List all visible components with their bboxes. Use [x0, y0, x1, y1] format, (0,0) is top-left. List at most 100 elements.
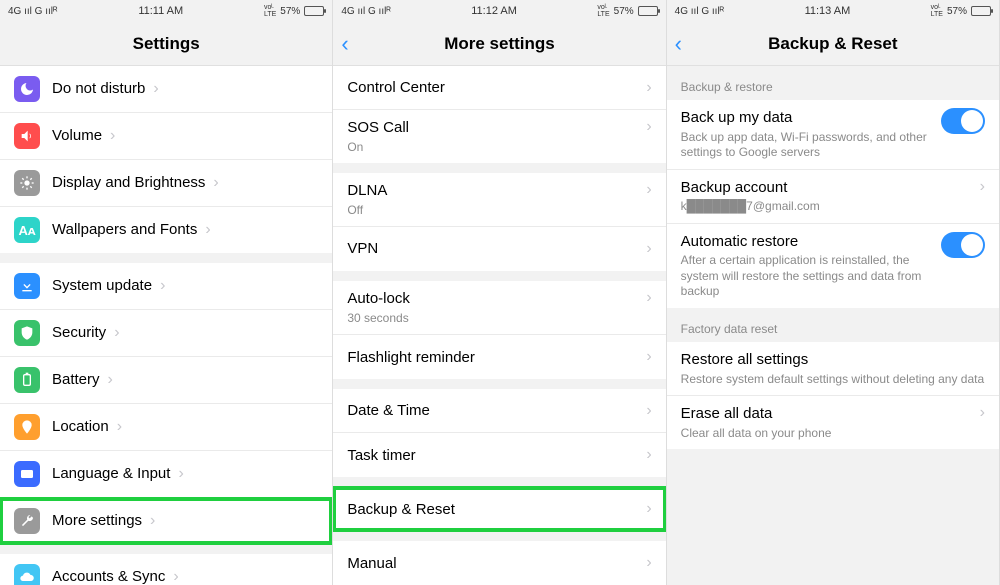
battery-icon: [638, 6, 658, 16]
row-sub: k███████7@gmail.com: [681, 199, 972, 215]
chevron-right-icon: ›: [646, 402, 651, 420]
pin-icon: [14, 414, 40, 440]
status-battery: voᴸLTE 57%: [931, 4, 991, 18]
row-dlna[interactable]: DLNA Off ›: [333, 173, 665, 227]
row-label: Security: [52, 323, 106, 343]
toggle-switch[interactable]: [941, 232, 985, 258]
chevron-right-icon: ›: [646, 289, 651, 307]
row-label: Control Center: [347, 78, 638, 98]
back-button[interactable]: ‹: [341, 33, 348, 55]
chevron-right-icon: ›: [150, 512, 155, 530]
status-bar: 4G ııl G ıılᴿ 11:12 AM voᴸLTE 57%: [333, 0, 665, 22]
screen-backup-reset: 4G ııl G ıılᴿ 11:13 AM voᴸLTE 57% ‹ Back…: [667, 0, 1000, 585]
moon-icon: [14, 76, 40, 102]
row-label: Erase all data: [681, 404, 972, 424]
download-icon: [14, 273, 40, 299]
row-sub: Off: [347, 203, 638, 219]
row-sub: Clear all data on your phone: [681, 426, 972, 442]
status-time: 11:11 AM: [138, 5, 183, 17]
row-sub: Restore system default settings without …: [681, 372, 985, 388]
row-location[interactable]: Location›: [0, 404, 332, 451]
row-label: DLNA: [347, 181, 638, 201]
chevron-right-icon: ›: [646, 240, 651, 258]
row-system-update[interactable]: System update ›: [0, 263, 332, 310]
row-backup-account[interactable]: Backup accountk███████7@gmail.com›: [667, 170, 999, 224]
chevron-right-icon: ›: [114, 324, 119, 342]
status-signal: 4G ııl G ıılᴿ: [341, 6, 391, 17]
chevron-right-icon: ›: [110, 127, 115, 145]
chevron-right-icon: ›: [213, 174, 218, 192]
row-erase-all-data[interactable]: Erase all data Clear all data on your pho…: [667, 396, 999, 449]
section-header-factory: Factory data reset: [667, 308, 999, 342]
row-battery[interactable]: Battery ›: [0, 357, 332, 404]
row-label: VPN: [347, 239, 638, 259]
row-sos-call[interactable]: SOS CallOn›: [333, 110, 665, 163]
toggle-switch[interactable]: [941, 108, 985, 134]
row-label: Backup & Reset: [347, 500, 638, 520]
cloud-icon: [14, 564, 40, 585]
row-wallpapers[interactable]: AᴀWallpapers and Fonts›: [0, 207, 332, 253]
chevron-right-icon: ›: [108, 371, 113, 389]
row-language-input[interactable]: Language & Input›: [0, 451, 332, 498]
row-label: Task timer: [347, 446, 638, 466]
status-battery: voᴸLTE 57%: [597, 4, 657, 18]
back-button[interactable]: ‹: [675, 33, 682, 55]
shield-icon: [14, 320, 40, 346]
row-label: Location: [52, 417, 109, 437]
row-accounts-sync[interactable]: Accounts & Sync›: [0, 554, 332, 585]
row-auto-lock[interactable]: Auto-lock30 seconds›: [333, 281, 665, 335]
row-label: Restore all settings: [681, 350, 985, 370]
row-date-time[interactable]: Date & Time›: [333, 389, 665, 433]
header: ‹ More settings: [333, 22, 665, 66]
row-volume[interactable]: Volume ›: [0, 113, 332, 160]
volte-icon: voᴸLTE: [597, 4, 609, 18]
row-backup-my-data[interactable]: Back up my dataBack up app data, Wi-Fi p…: [667, 100, 999, 170]
sun-icon: [14, 170, 40, 196]
row-automatic-restore[interactable]: Automatic restoreAfter a certain applica…: [667, 224, 999, 308]
chevron-right-icon: ›: [646, 181, 651, 199]
status-time: 11:13 AM: [805, 5, 851, 17]
more-settings-list: Control Center›SOS CallOn› DLNAOff›VPN› …: [333, 66, 665, 585]
row-label: Automatic restore: [681, 232, 933, 252]
row-vpn[interactable]: VPN ›: [333, 227, 665, 271]
speaker-icon: [14, 123, 40, 149]
row-security[interactable]: Security ›: [0, 310, 332, 357]
row-control-center[interactable]: Control Center ›: [333, 66, 665, 110]
chevron-right-icon: ›: [646, 500, 651, 518]
row-label: Volume: [52, 126, 102, 146]
row-more-settings[interactable]: More settings›: [0, 498, 332, 544]
row-label: Backup account: [681, 178, 972, 198]
screen-more-settings: 4G ııl G ıılᴿ 11:12 AM voᴸLTE 57% ‹ More…: [333, 0, 666, 585]
battery-icon: [14, 367, 40, 393]
row-sub: On: [347, 140, 638, 156]
header: Settings: [0, 22, 332, 66]
row-label: SOS Call: [347, 118, 638, 138]
volte-icon: voᴸLTE: [931, 4, 943, 18]
wrench-icon: [14, 508, 40, 534]
status-signal: 4G ııl G ıılᴿ: [8, 6, 58, 17]
row-label: Battery: [52, 370, 100, 390]
page-title: Settings: [133, 34, 200, 54]
row-backup-reset[interactable]: Backup & Reset ›: [333, 487, 665, 531]
page-title: More settings: [444, 34, 555, 54]
page-title: Backup & Reset: [768, 34, 897, 54]
settings-list: Do not disturb›Volume›Display and Bright…: [0, 66, 332, 585]
row-label: Language & Input: [52, 464, 170, 484]
chevron-right-icon: ›: [646, 348, 651, 366]
Aᴀ-icon: Aᴀ: [14, 217, 40, 243]
row-label: Flashlight reminder: [347, 348, 638, 368]
row-display[interactable]: Display and Brightness›: [0, 160, 332, 207]
row-do-not-disturb[interactable]: Do not disturb›: [0, 66, 332, 113]
status-bar: 4G ııl G ıılᴿ 11:11 AM voᴸLTE 57%: [0, 0, 332, 22]
header: ‹ Backup & Reset: [667, 22, 999, 66]
status-bar: 4G ııl G ıılᴿ 11:13 AM voᴸLTE 57%: [667, 0, 999, 22]
row-restore-all-settings[interactable]: Restore all settings Restore system defau…: [667, 342, 999, 396]
row-flashlight-reminder[interactable]: Flashlight reminder ›: [333, 335, 665, 379]
chevron-right-icon: ›: [160, 277, 165, 295]
row-label: Do not disturb: [52, 79, 145, 99]
chevron-right-icon: ›: [646, 79, 651, 97]
row-task-timer[interactable]: Task timer›: [333, 433, 665, 477]
row-label: System update: [52, 276, 152, 296]
row-sub: After a certain application is reinstall…: [681, 253, 933, 300]
row-manual[interactable]: Manual›: [333, 541, 665, 585]
